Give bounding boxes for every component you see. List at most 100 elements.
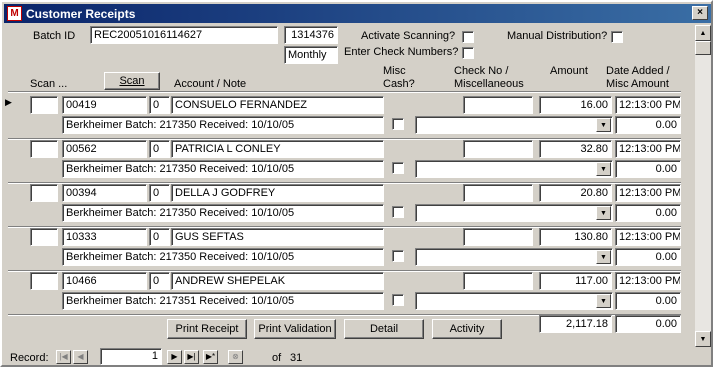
batch-number-field[interactable]: 1314376 <box>284 26 338 44</box>
new-record-icon[interactable]: ▶* <box>203 350 218 364</box>
window-title: Customer Receipts <box>26 7 136 21</box>
frequency-field[interactable]: Monthly <box>284 46 338 64</box>
next-record-icon[interactable]: ▶ <box>167 350 182 364</box>
check-number-field[interactable] <box>463 140 533 158</box>
app-icon: M <box>7 6 22 21</box>
account-number-field[interactable]: 10466 <box>62 272 147 290</box>
sequence-field[interactable]: 0 <box>149 272 170 290</box>
dropdown-arrow-icon[interactable]: ▼ <box>596 162 611 176</box>
misc-amount-field[interactable]: 0.00 <box>615 292 681 310</box>
scan-field[interactable] <box>30 96 58 114</box>
miscellaneous-dropdown[interactable]: ▼ <box>415 248 613 266</box>
receipt-row: 00394 0 DELLA J GODFREY Berkheimer Batch: 2… <box>8 182 681 228</box>
dropdown-arrow-icon[interactable]: ▼ <box>596 250 611 264</box>
scan-field[interactable] <box>30 140 58 158</box>
scan-field[interactable] <box>30 228 58 246</box>
customer-name-field[interactable]: ANDREW SHEPELAK <box>171 272 384 290</box>
date-added-field[interactable]: 12:13:00 PM <box>615 96 681 114</box>
sequence-field[interactable]: 0 <box>149 228 170 246</box>
batch-id-label: Batch ID <box>33 30 76 42</box>
print-receipt-button[interactable]: Print Receipt <box>167 319 247 339</box>
first-record-icon[interactable]: |◀ <box>56 350 71 364</box>
title-bar[interactable]: M Customer Receipts × <box>4 4 711 23</box>
last-record-icon[interactable]: ▶| <box>184 350 199 364</box>
date-added-field[interactable]: 12:13:00 PM <box>615 272 681 290</box>
customer-name-field[interactable]: PATRICIA L CONLEY <box>171 140 384 158</box>
miscellaneous-dropdown[interactable]: ▼ <box>415 292 613 310</box>
total-amount-field: 2,117.18 <box>539 315 612 333</box>
record-label: Record: <box>10 352 49 364</box>
dropdown-arrow-icon[interactable]: ▼ <box>596 206 611 220</box>
account-number-field[interactable]: 10333 <box>62 228 147 246</box>
amount-field[interactable]: 130.80 <box>539 228 612 246</box>
sequence-field[interactable]: 0 <box>149 96 170 114</box>
activity-button[interactable]: Activity <box>432 319 502 339</box>
misc-cash-checkbox[interactable] <box>392 206 404 218</box>
date-added-field[interactable]: 12:13:00 PM <box>615 184 681 202</box>
note-field[interactable]: Berkheimer Batch: 217350 Received: 10/10… <box>62 204 384 222</box>
amount-field[interactable]: 20.80 <box>539 184 612 202</box>
customer-name-field[interactable]: CONSUELO FERNANDEZ <box>171 96 384 114</box>
scroll-thumb[interactable] <box>695 41 711 55</box>
detail-button[interactable]: Detail <box>344 319 424 339</box>
misc-cash-checkbox[interactable] <box>392 162 404 174</box>
note-field[interactable]: Berkheimer Batch: 217350 Received: 10/10… <box>62 116 384 134</box>
note-field[interactable]: Berkheimer Batch: 217351 Received: 10/10… <box>62 292 384 310</box>
batch-id-field[interactable]: REC20051016114627 <box>90 26 278 44</box>
misc-cash-checkbox[interactable] <box>392 250 404 262</box>
close-button[interactable]: × <box>692 6 708 20</box>
misc-amount-field[interactable]: 0.00 <box>615 116 681 134</box>
miscellaneous-dropdown[interactable]: ▼ <box>415 204 613 222</box>
scan-field[interactable] <box>30 272 58 290</box>
sequence-field[interactable]: 0 <box>149 184 170 202</box>
of-label: of <box>272 352 282 364</box>
misc-cash-checkbox[interactable] <box>392 294 404 306</box>
amount-field[interactable]: 16.00 <box>539 96 612 114</box>
print-validation-button[interactable]: Print Validation <box>254 319 336 339</box>
current-record-field[interactable]: 1 <box>100 348 162 365</box>
misc-amount-field[interactable]: 0.00 <box>615 248 681 266</box>
date-added-field[interactable]: 12:13:00 PM <box>615 140 681 158</box>
misc-amount-field[interactable]: 0.00 <box>615 204 681 222</box>
account-number-field[interactable]: 00394 <box>62 184 147 202</box>
scroll-down-arrow-icon[interactable]: ▼ <box>695 331 711 347</box>
customer-name-field[interactable]: GUS SEFTAS <box>171 228 384 246</box>
check-number-field[interactable] <box>463 272 533 290</box>
enter-check-numbers-checkbox[interactable] <box>462 47 474 59</box>
scan-column-header: Scan ... <box>30 78 68 90</box>
activate-scanning-checkbox[interactable] <box>462 31 474 43</box>
receipt-row: 10333 0 GUS SEFTAS Berkheimer Batch: 217350… <box>8 226 681 272</box>
dropdown-arrow-icon[interactable]: ▼ <box>596 118 611 132</box>
check-number-field[interactable] <box>463 228 533 246</box>
manual-distribution-label: Manual Distribution? <box>507 30 608 42</box>
current-row-indicator-icon: ▶ <box>5 97 12 107</box>
activate-scanning-label: Activate Scanning? <box>361 30 456 42</box>
scroll-up-arrow-icon[interactable]: ▲ <box>695 25 711 41</box>
account-number-field[interactable]: 00562 <box>62 140 147 158</box>
vertical-scrollbar[interactable]: ▲ ▼ <box>695 25 711 347</box>
miscellaneous-dropdown[interactable]: ▼ <box>415 160 613 178</box>
total-records: 31 <box>290 352 303 364</box>
check-number-field[interactable] <box>463 96 533 114</box>
date-added-field[interactable]: 12:13:00 PM <box>615 228 681 246</box>
amount-field[interactable]: 32.80 <box>539 140 612 158</box>
misc-cash-checkbox[interactable] <box>392 118 404 130</box>
customer-name-field[interactable]: DELLA J GODFREY <box>171 184 384 202</box>
account-number-field[interactable]: 00419 <box>62 96 147 114</box>
previous-record-icon[interactable]: ◀ <box>73 350 88 364</box>
total-misc-amount-field: 0.00 <box>615 315 681 333</box>
delete-record-icon[interactable]: ⊗ <box>228 350 243 364</box>
scan-button[interactable]: Scan <box>104 72 160 90</box>
receipt-row: ▶ 00419 0 CONSUELO FERNANDEZ Berkheimer Batc… <box>5 94 681 140</box>
manual-distribution-checkbox[interactable] <box>611 31 623 43</box>
check-number-field[interactable] <box>463 184 533 202</box>
misc-cash-column-header: Misc Cash? <box>383 65 415 90</box>
amount-field[interactable]: 117.00 <box>539 272 612 290</box>
note-field[interactable]: Berkheimer Batch: 217350 Received: 10/10… <box>62 248 384 266</box>
scan-field[interactable] <box>30 184 58 202</box>
misc-amount-field[interactable]: 0.00 <box>615 160 681 178</box>
dropdown-arrow-icon[interactable]: ▼ <box>596 294 611 308</box>
miscellaneous-dropdown[interactable]: ▼ <box>415 116 613 134</box>
note-field[interactable]: Berkheimer Batch: 217350 Received: 10/10… <box>62 160 384 178</box>
sequence-field[interactable]: 0 <box>149 140 170 158</box>
